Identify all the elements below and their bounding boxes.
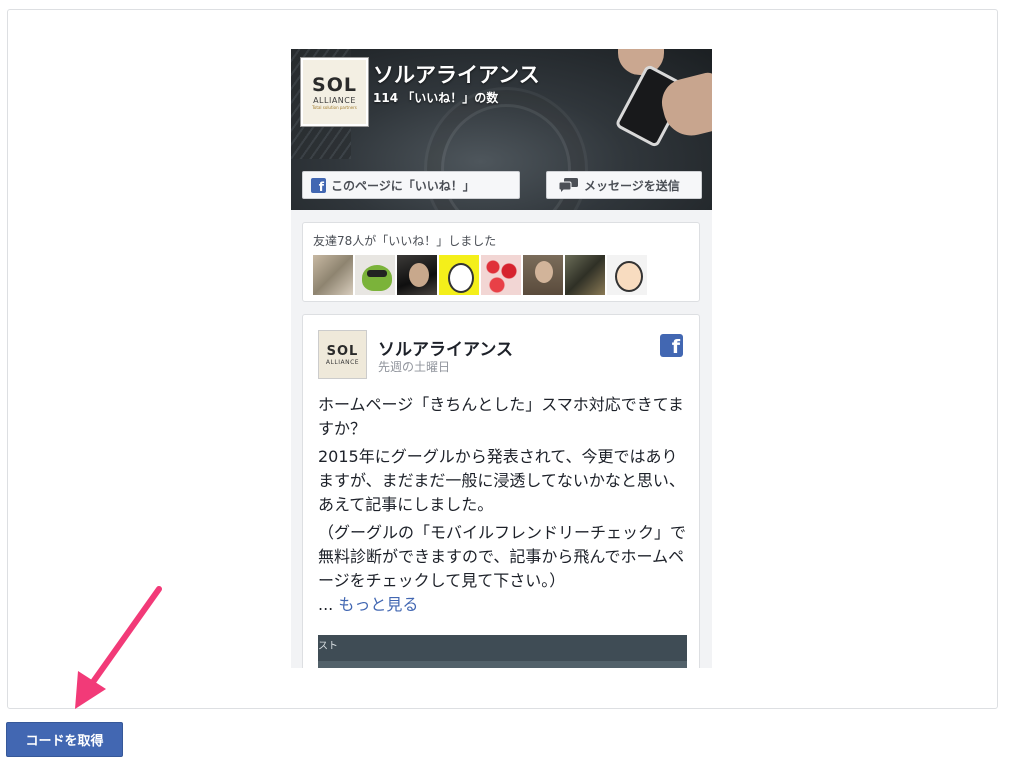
post-image-caption: スト [318,641,338,652]
friend-avatar[interactable] [523,255,563,295]
facebook-f-icon[interactable]: f [660,334,683,357]
page-name[interactable]: ソルアライアンス [373,59,540,89]
page-plugin: SOL ALLIANCE Total solution partners ソルア… [291,49,712,668]
friend-avatar[interactable] [481,255,521,295]
logo-tagline: Total solution partners [312,105,357,110]
friends-like-card: 友達78人が「いいね！」しました [302,222,700,302]
post-paragraph-text: （グーグルの「モバイルフレンドリーチェック」で無料診断ができますので、記事から飛… [318,523,687,590]
post-body: ホームページ「きちんとした」スマホ対応できてますか？ 2015年にグーグルから発… [318,393,690,621]
send-message-button[interactable]: メッセージを送信 [546,171,702,199]
logo-sol-text: SOL [312,74,357,96]
post-paragraph: （グーグルの「モバイルフレンドリーチェック」で無料診断ができますので、記事から飛… [318,521,690,617]
logo-alliance-text: ALLIANCE [325,358,360,366]
page-likes-count: 114 「いいね！」の数 [373,91,499,105]
friend-avatar[interactable] [313,255,353,295]
friend-avatar[interactable] [355,255,395,295]
post-paragraph: 2015年にグーグルから発表されて、今更ではありますが、まだまだ一般に浸透してな… [318,447,685,514]
annotation-arrow-icon [75,586,162,709]
post-paragraph: ホームページ「きちんとした」スマホ対応できてますか？ [318,395,684,438]
friends-like-text: 友達78人が「いいね！」しました [313,234,497,248]
post-author-avatar[interactable]: SOL ALLIANCE [318,330,367,379]
get-code-button[interactable]: コードを取得 [6,722,123,757]
logo-sol-text: SOL [326,343,359,359]
send-message-label: メッセージを送信 [584,178,680,193]
like-page-label: このページに「いいね！」 [331,178,475,193]
timeline-post: SOL ALLIANCE ソルアライアンス 先週の土曜日 f ホームページ「きち… [302,314,700,668]
friend-avatar[interactable] [397,255,437,295]
post-ellipsis: ... [318,595,334,614]
post-image[interactable]: スト [318,635,687,668]
message-bubbles-icon [559,178,578,192]
friend-avatar[interactable] [607,255,647,295]
like-page-button[interactable]: f このページに「いいね！」 [302,171,520,199]
post-author-name[interactable]: ソルアライアンス [378,335,513,360]
friend-avatar-list [313,255,647,295]
cover-photo[interactable]: SOL ALLIANCE Total solution partners ソルア… [291,49,712,210]
post-timestamp[interactable]: 先週の土曜日 [378,358,450,375]
friend-avatar[interactable] [565,255,605,295]
facebook-f-icon: f [311,177,326,193]
friend-avatar[interactable] [439,255,479,295]
page-logo[interactable]: SOL ALLIANCE Total solution partners [301,58,368,126]
see-more-link[interactable]: もっと見る [338,595,418,614]
logo-alliance-text: ALLIANCE [313,96,356,105]
